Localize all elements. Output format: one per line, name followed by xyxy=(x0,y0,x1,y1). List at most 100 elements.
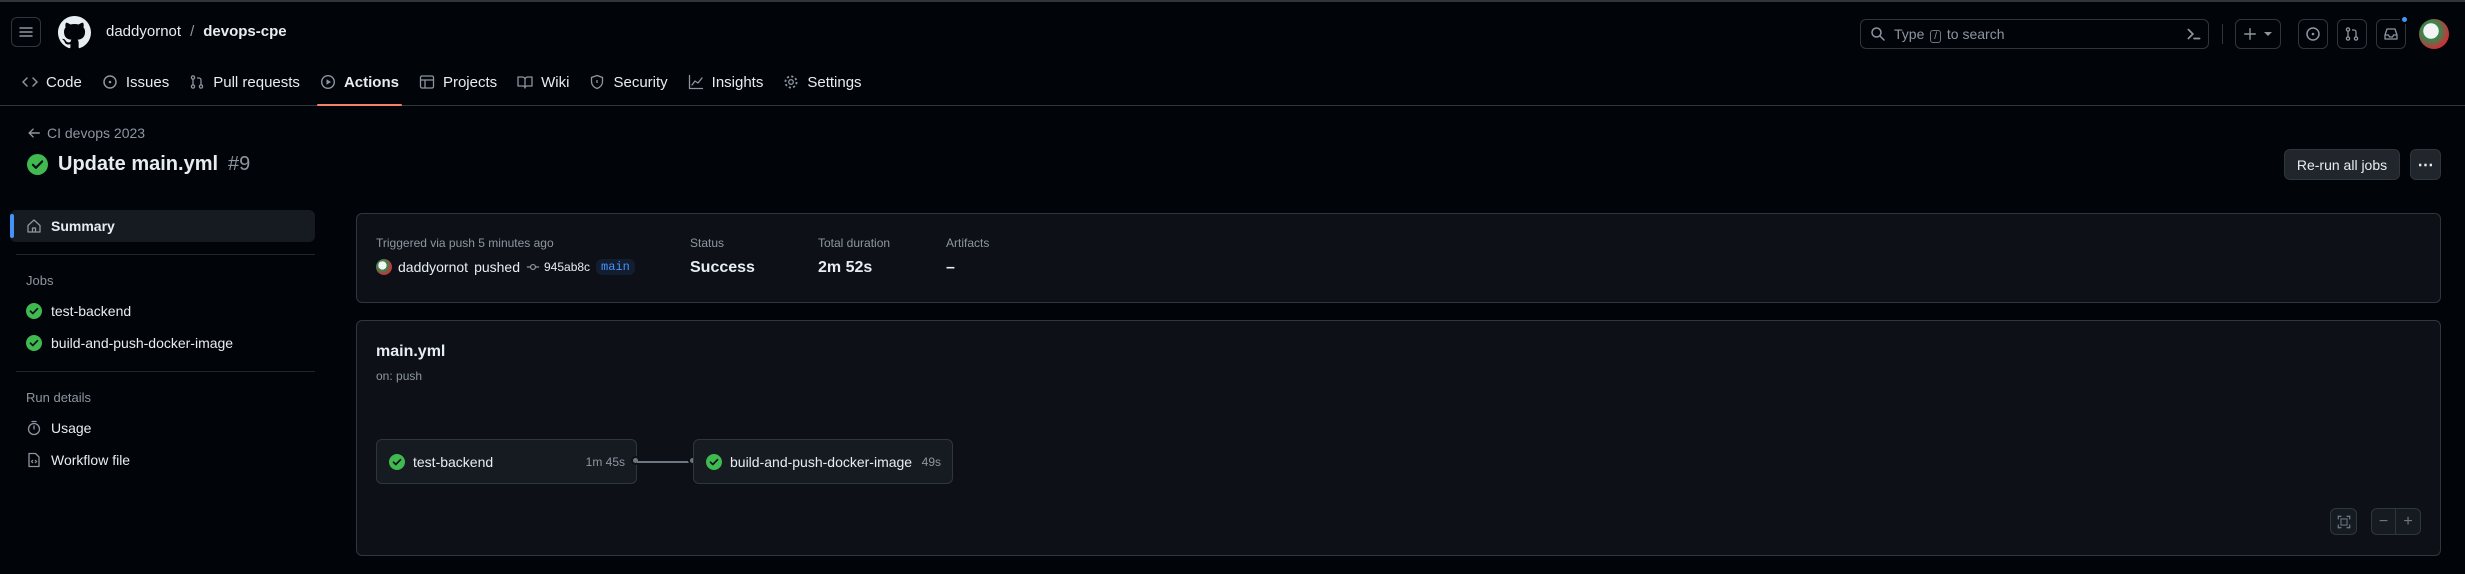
fullscreen-button[interactable] xyxy=(2330,508,2357,535)
run-details-heading: Run details xyxy=(26,389,92,405)
status-label: Status xyxy=(690,236,725,250)
global-header: daddyornot / devops-cpe Type / to search… xyxy=(0,0,2465,106)
job-name: build-and-push-docker-image xyxy=(730,453,913,470)
repo-link[interactable]: devops-cpe xyxy=(203,23,286,40)
commit-sha[interactable]: 945ab8c xyxy=(526,260,590,274)
hamburger-icon xyxy=(19,27,33,37)
duration-value: 2m 52s xyxy=(818,259,873,276)
issues-button[interactable] xyxy=(2298,19,2328,49)
zoom-in-button[interactable]: + xyxy=(2395,508,2421,535)
workflow-graph-card: main.yml on: push test-backend 1m 45s bu… xyxy=(356,320,2441,556)
job-node-build-and-push-docker-image[interactable]: build-and-push-docker-image 49s xyxy=(693,439,953,484)
file-code-icon xyxy=(28,452,40,468)
github-logo-icon[interactable] xyxy=(58,16,91,49)
triangle-down-icon xyxy=(2264,32,2272,36)
run-title: Update main.yml xyxy=(58,153,219,175)
arrow-left-icon xyxy=(28,128,40,138)
job-duration: 49s xyxy=(921,454,941,469)
top-border xyxy=(0,0,2465,2)
sidebar-workflow-file-label: Workflow file xyxy=(51,452,131,468)
command-palette-icon[interactable] xyxy=(2185,25,2203,43)
actor-avatar[interactable] xyxy=(376,259,392,275)
breadcrumb-separator: / xyxy=(190,23,195,40)
run-sidebar: Summary Jobs test-backend build-and-push… xyxy=(10,210,315,476)
tab-issues-label: Issues xyxy=(125,73,170,91)
branch-badge[interactable]: main xyxy=(596,259,635,275)
page-title: Update main.yml #9 xyxy=(27,153,250,176)
sidebar-item-usage[interactable]: Usage xyxy=(10,412,315,444)
push-info: daddyornot pushed 945ab8c main xyxy=(376,259,635,275)
table-icon xyxy=(419,75,435,89)
tab-code-label: Code xyxy=(46,73,82,91)
notification-indicator xyxy=(2400,15,2409,24)
job-duration: 1m 45s xyxy=(585,454,625,469)
sidebar-item-job[interactable]: build-and-push-docker-image xyxy=(10,327,315,359)
workflow-trigger: on: push xyxy=(376,369,423,383)
tab-pull-requests[interactable]: Pull requests xyxy=(179,63,310,101)
create-new-button[interactable] xyxy=(2235,19,2281,49)
menu-button[interactable] xyxy=(11,17,41,47)
user-avatar[interactable] xyxy=(2419,19,2449,49)
tab-code[interactable]: Code xyxy=(12,63,92,101)
plus-icon xyxy=(2244,28,2256,40)
actor-name[interactable]: daddyornot xyxy=(398,259,468,275)
tab-projects[interactable]: Projects xyxy=(409,63,507,101)
status-info: Status Success xyxy=(690,236,755,277)
breadcrumb: daddyornot / devops-cpe xyxy=(106,23,287,40)
more-options-button[interactable]: ⋯ xyxy=(2410,149,2441,180)
tab-wiki-label: Wiki xyxy=(541,73,570,91)
duration-info: Total duration 2m 52s xyxy=(818,236,890,277)
tab-actions-label: Actions xyxy=(343,73,399,91)
search-shortcut-key: / xyxy=(1930,29,1942,43)
status-value: Success xyxy=(690,259,755,276)
artifacts-info: Artifacts – xyxy=(946,236,989,277)
owner-link[interactable]: daddyornot xyxy=(106,23,181,40)
tab-settings[interactable]: Settings xyxy=(773,63,871,101)
search-input[interactable]: Type / to search xyxy=(1860,19,2209,49)
sidebar-item-job[interactable]: test-backend xyxy=(10,295,315,327)
play-icon xyxy=(320,74,335,90)
run-summary-card: Triggered via push 5 minutes ago daddyor… xyxy=(356,213,2441,303)
sidebar-divider xyxy=(16,371,315,372)
job-node-test-backend[interactable]: test-backend 1m 45s xyxy=(376,439,637,484)
tab-actions[interactable]: Actions xyxy=(310,63,409,106)
sidebar-divider xyxy=(16,254,315,255)
tab-security[interactable]: Security xyxy=(579,63,677,101)
repo-navigation: Code Issues Pull requests Actions Projec… xyxy=(12,63,872,106)
code-icon xyxy=(22,77,38,87)
sidebar-summary-label: Summary xyxy=(51,218,115,234)
artifacts-label: Artifacts xyxy=(946,236,990,250)
rerun-all-jobs-button[interactable]: Re-run all jobs xyxy=(2284,149,2400,180)
sidebar-job-label: build-and-push-docker-image xyxy=(51,335,234,351)
stopwatch-icon xyxy=(27,420,41,436)
issue-opened-icon xyxy=(2306,27,2320,41)
sidebar-usage-label: Usage xyxy=(51,420,92,436)
shield-icon xyxy=(591,74,604,90)
git-pull-request-icon xyxy=(2345,27,2359,41)
check-circle-icon xyxy=(26,335,42,351)
search-icon xyxy=(1871,27,1885,41)
git-commit-icon xyxy=(526,263,540,271)
search-placeholder: Type / to search xyxy=(1894,25,2005,43)
tab-settings-label: Settings xyxy=(807,73,862,91)
tab-pull-requests-label: Pull requests xyxy=(213,73,300,91)
back-to-workflow-link[interactable]: CI devops 2023 xyxy=(27,125,145,141)
tab-security-label: Security xyxy=(613,73,668,91)
zoom-out-button[interactable]: − xyxy=(2371,508,2396,535)
inbox-icon xyxy=(2384,28,2398,40)
artifacts-value: – xyxy=(946,259,955,276)
check-circle-icon xyxy=(26,303,42,319)
sidebar-item-summary[interactable]: Summary xyxy=(10,210,315,242)
tab-issues[interactable]: Issues xyxy=(92,63,179,101)
check-circle-icon xyxy=(389,453,405,470)
job-name: test-backend xyxy=(413,453,494,470)
check-circle-icon xyxy=(27,154,48,175)
workflow-file-title: main.yml xyxy=(376,343,446,360)
duration-label: Total duration xyxy=(818,236,891,250)
tab-wiki[interactable]: Wiki xyxy=(507,63,579,101)
commit-sha-text: 945ab8c xyxy=(544,260,591,274)
book-icon xyxy=(517,76,533,89)
pull-requests-button[interactable] xyxy=(2337,19,2367,49)
sidebar-item-workflow-file[interactable]: Workflow file xyxy=(10,444,315,476)
tab-insights[interactable]: Insights xyxy=(678,63,774,101)
